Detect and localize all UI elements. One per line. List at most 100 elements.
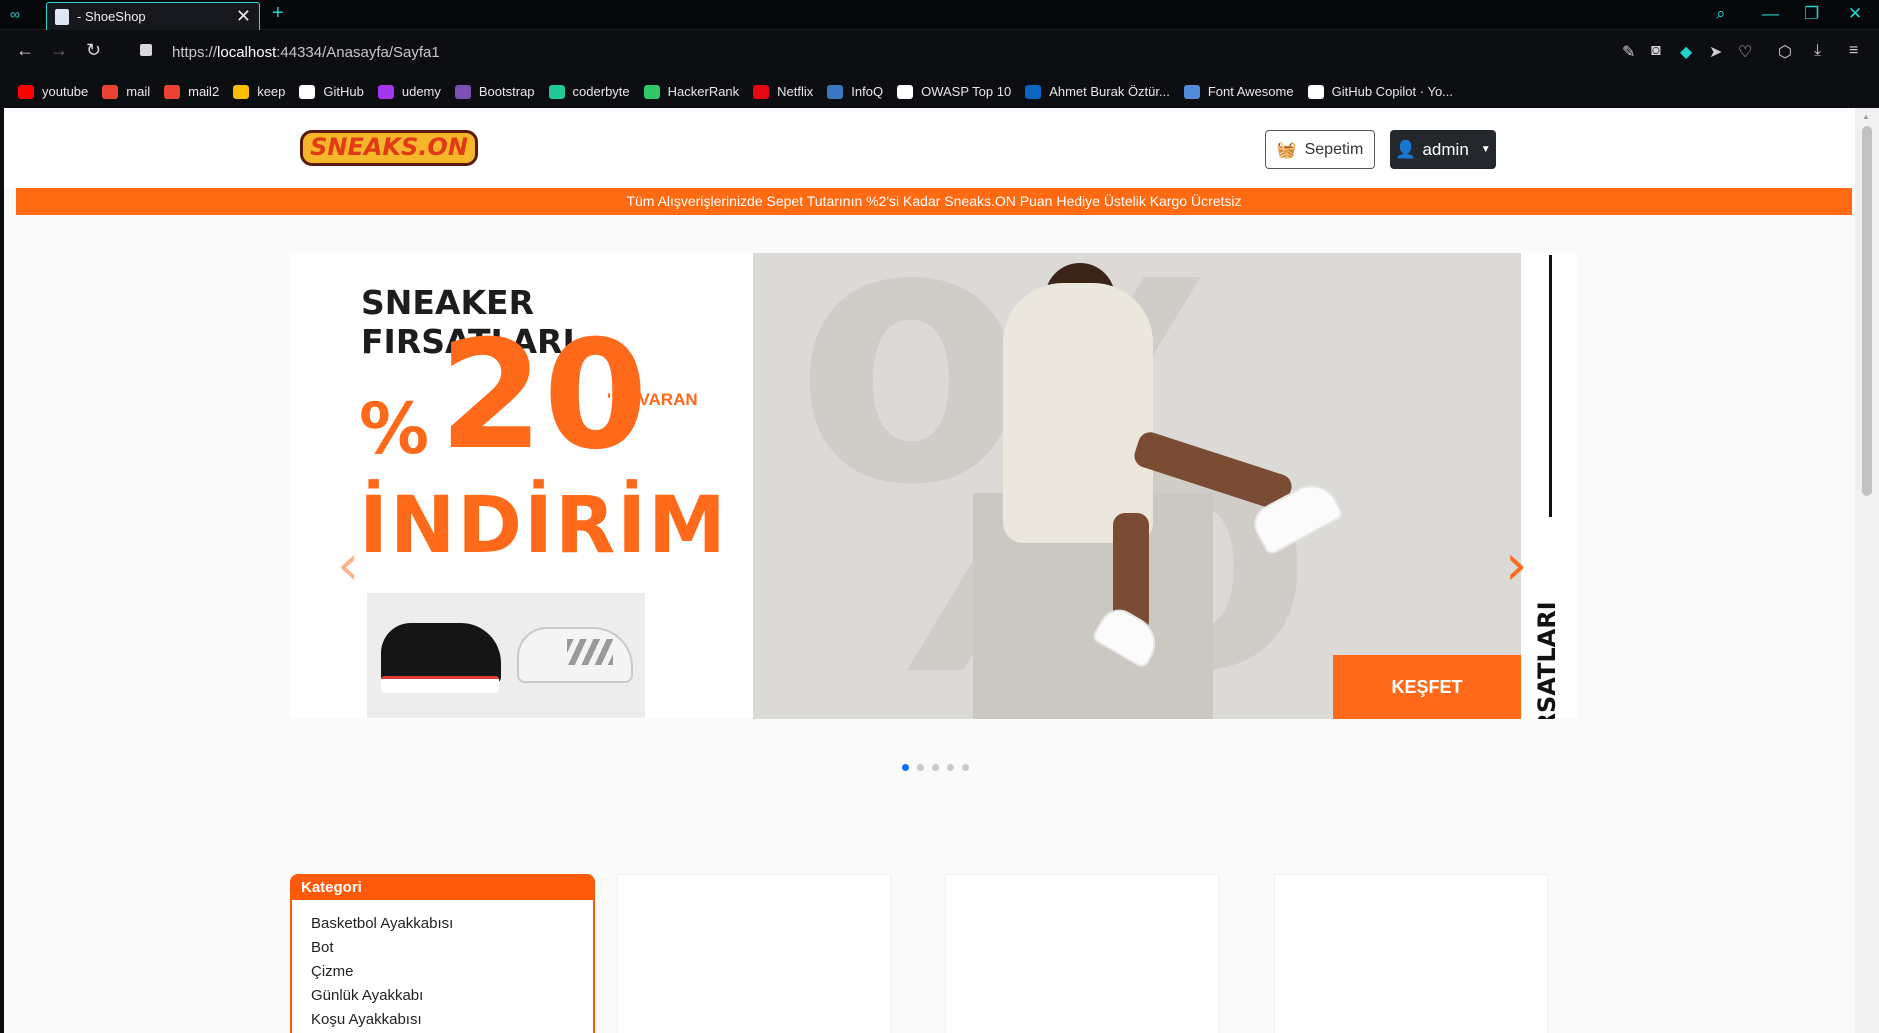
search-tabs-icon[interactable]: ⌕ bbox=[1716, 4, 1726, 24]
github-icon bbox=[299, 84, 316, 99]
camera-icon[interactable]: ◙ bbox=[1651, 42, 1661, 60]
caret-down-icon: ▼ bbox=[1480, 144, 1491, 155]
hackerrank-icon bbox=[643, 84, 660, 99]
category-item[interactable]: Günlük Ayakkabı bbox=[311, 984, 593, 1008]
bookmarks-bar: youtube mail mail2 keep GitHub udemy Bootstrap… bbox=[0, 75, 1879, 108]
browser-window: ∞ - ShoeShop ✕ + ⌕ — ❐ ✕ ← → ↻ https://l… bbox=[0, 0, 1879, 1033]
bookmark-label: youtube bbox=[42, 84, 89, 99]
banner-discount: İNDİRİM bbox=[359, 481, 728, 571]
page-favicon-icon bbox=[55, 9, 69, 25]
category-panel: Kategori Basketbol Ayakkabısı Bot Çizme Gün… bbox=[290, 874, 595, 1033]
restore-icon[interactable]: ❐ bbox=[1804, 4, 1819, 24]
bookmark-item[interactable]: OWASP Top 10 bbox=[897, 84, 1011, 99]
cart-button[interactable]: 🧺 Sepetim bbox=[1265, 130, 1375, 169]
bookmark-item[interactable]: HackerRank bbox=[643, 84, 739, 99]
download-icon[interactable]: ⤓ bbox=[1814, 42, 1821, 60]
flag-icon bbox=[1183, 84, 1200, 99]
carousel-dot[interactable] bbox=[902, 764, 909, 771]
address-bar: ← → ↻ https://localhost:44334/Anasayfa/S… bbox=[0, 30, 1879, 75]
tab-title: - ShoeShop bbox=[77, 9, 146, 24]
bookmark-item[interactable]: mail2 bbox=[164, 84, 219, 99]
site-logo[interactable]: SNEAKS.ON bbox=[300, 130, 478, 166]
bookmark-item[interactable]: mail bbox=[102, 84, 150, 99]
category-item[interactable]: Çizme bbox=[311, 960, 593, 984]
white-sneaker-image bbox=[503, 593, 645, 718]
banner-text-panel: SNEAKER FIRSATLARI % 20 'YE VARAN İNDİRİ… bbox=[289, 253, 753, 719]
bookmark-label: Bootstrap bbox=[478, 84, 535, 99]
carousel-prev-icon[interactable]: ‹ bbox=[337, 533, 359, 598]
carousel-dot[interactable] bbox=[962, 764, 969, 771]
heart-icon[interactable]: ♡ bbox=[1738, 42, 1752, 62]
bookmark-label: GitHub bbox=[323, 84, 364, 99]
carousel-dot[interactable] bbox=[917, 764, 924, 771]
site-header: SNEAKS.ON 🧺 Sepetim 👤 admin ▼ bbox=[4, 108, 1855, 188]
bookmark-label: GitHub Copilot · Yo... bbox=[1331, 84, 1454, 99]
forward-icon[interactable]: → bbox=[50, 40, 68, 61]
bookmark-item[interactable]: coderbyte bbox=[548, 84, 630, 99]
product-card[interactable] bbox=[617, 874, 891, 1033]
gmail-icon bbox=[102, 84, 119, 99]
back-icon[interactable]: ← bbox=[16, 40, 34, 61]
promo-banner: Tüm Alışverişlerinizde Sepet Tutarının %… bbox=[16, 188, 1852, 215]
infoq-icon bbox=[827, 84, 844, 99]
reload-icon[interactable]: ↻ bbox=[86, 40, 101, 61]
workspaces-icon[interactable]: ∞ bbox=[10, 6, 36, 24]
bookmark-label: InfoQ bbox=[851, 84, 884, 99]
gmail-icon bbox=[164, 84, 181, 99]
side-divider bbox=[1549, 255, 1552, 517]
menu-icon[interactable]: ≡ bbox=[1849, 42, 1858, 60]
banner-percent-sign: % bbox=[359, 388, 430, 470]
scroll-up-icon[interactable]: ▲ bbox=[1862, 112, 1870, 121]
bookmark-item[interactable]: GitHub bbox=[299, 84, 364, 99]
carousel-next-icon[interactable]: › bbox=[1505, 533, 1527, 598]
bookmark-label: OWASP Top 10 bbox=[921, 84, 1012, 99]
discover-button[interactable]: KEŞFET bbox=[1333, 655, 1521, 719]
bookmark-item[interactable]: Font Awesome bbox=[1183, 84, 1294, 99]
bookmark-label: mail2 bbox=[188, 84, 220, 99]
user-icon: 👤 bbox=[1395, 139, 1417, 159]
shield-icon[interactable]: ◆ bbox=[1680, 42, 1692, 62]
product-card[interactable] bbox=[1274, 874, 1548, 1033]
bookmark-item[interactable]: Bootstrap bbox=[454, 84, 535, 99]
lock-icon[interactable] bbox=[140, 44, 152, 56]
bookmark-item[interactable]: keep bbox=[233, 84, 285, 99]
bootstrap-icon bbox=[454, 84, 471, 99]
category-item[interactable]: Basketbol Ayakkabısı bbox=[311, 912, 593, 936]
bookmark-item[interactable]: udemy bbox=[377, 84, 441, 99]
bookmark-label: Ahmet Burak Öztür... bbox=[1049, 84, 1170, 99]
user-dropdown-button[interactable]: 👤 admin ▼ bbox=[1390, 130, 1496, 169]
scrollbar-thumb[interactable] bbox=[1862, 126, 1872, 496]
tab-shoeshop[interactable]: - ShoeShop ✕ bbox=[46, 2, 260, 30]
new-tab-icon[interactable]: + bbox=[272, 2, 284, 25]
cart-button-label: Sepetim bbox=[1304, 140, 1364, 158]
carousel-dot[interactable] bbox=[932, 764, 939, 771]
bookmark-item[interactable]: GitHub Copilot · Yo... bbox=[1307, 84, 1454, 99]
carousel-dot[interactable] bbox=[947, 764, 954, 771]
youtube-icon bbox=[18, 84, 34, 99]
bookmark-item[interactable]: InfoQ bbox=[827, 84, 883, 99]
category-item[interactable]: Bot bbox=[311, 936, 593, 960]
bookmark-label: udemy bbox=[401, 84, 441, 99]
bookmark-label: keep bbox=[257, 84, 286, 99]
coderbyte-icon bbox=[548, 84, 565, 99]
side-vertical-text: SNEAKER FIRSATLARI bbox=[1533, 601, 1561, 719]
category-item[interactable]: Koşu Ayakkabısı bbox=[311, 1008, 593, 1032]
close-window-icon[interactable]: ✕ bbox=[1848, 4, 1862, 24]
page-scrollbar[interactable]: ▲ bbox=[1855, 108, 1879, 1033]
netflix-icon bbox=[753, 84, 770, 99]
bookmark-item[interactable]: youtube bbox=[18, 84, 88, 99]
edit-icon[interactable]: ✎ bbox=[1622, 42, 1635, 62]
bookmark-label: coderbyte bbox=[572, 84, 630, 99]
cube-icon[interactable]: ⬡ bbox=[1778, 42, 1792, 62]
bookmark-label: Font Awesome bbox=[1207, 84, 1294, 99]
bookmark-item[interactable]: Netflix bbox=[753, 84, 813, 99]
user-label: admin bbox=[1422, 139, 1469, 159]
bookmark-item[interactable]: Ahmet Burak Öztür... bbox=[1025, 84, 1170, 99]
category-title: Kategori bbox=[292, 876, 593, 900]
close-tab-icon[interactable]: ✕ bbox=[236, 6, 251, 27]
url-field[interactable]: https://localhost:44334/Anasayfa/Sayfa1 bbox=[172, 44, 440, 61]
black-sneaker-image bbox=[367, 593, 509, 718]
minimize-icon[interactable]: — bbox=[1762, 4, 1779, 24]
product-card[interactable] bbox=[945, 874, 1219, 1033]
send-icon[interactable]: ➤ bbox=[1709, 42, 1722, 62]
